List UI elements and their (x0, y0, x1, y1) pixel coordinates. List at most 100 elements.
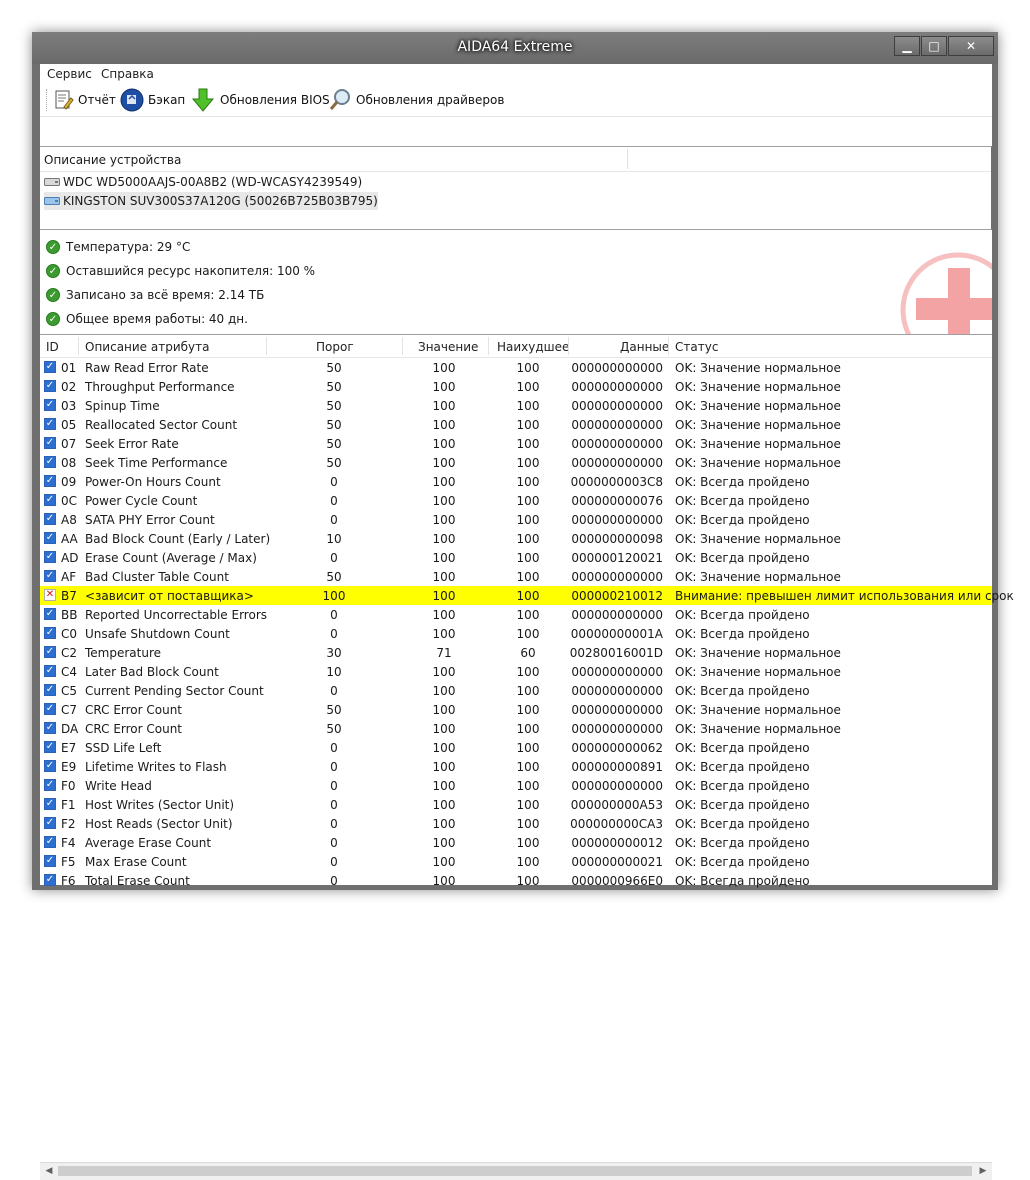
menu-help[interactable]: Справка (101, 67, 154, 81)
table-row[interactable]: ✓ AA Bad Block Count (Early / Later) 10 100 1… (40, 529, 992, 548)
attribute-value: 100 (432, 570, 456, 584)
table-row[interactable]: ✓ F1 Host Writes (Sector Unit) 0 100 100 00000… (40, 795, 992, 814)
toolbar-grip[interactable] (46, 89, 49, 111)
table-row[interactable]: ✓ 07 Seek Error Rate 50 100 100 000000000000 OK… (40, 434, 992, 453)
menu-service[interactable]: Сервис (47, 67, 92, 81)
ok-check-icon: ✓ (46, 240, 60, 254)
attribute-raw-data: 000000000000 (571, 608, 663, 622)
checkbox-checked-icon: ✓ (44, 551, 56, 563)
table-row[interactable]: ✓ 03 Spinup Time 50 100 100 000000000000 OK: Зн… (40, 396, 992, 415)
attribute-worst: 100 (516, 456, 540, 470)
table-row[interactable]: ✓ AF Bad Cluster Table Count 50 100 100 000000… (40, 567, 992, 586)
checkbox-checked-icon: ✓ (44, 494, 56, 506)
attribute-worst: 100 (516, 608, 540, 622)
attribute-id: F1 (61, 798, 76, 812)
device-list-header[interactable]: Описание устройства (40, 147, 991, 172)
table-row[interactable]: ✓ DA CRC Error Count 50 100 100 000000000000 OK… (40, 719, 992, 738)
column-divider[interactable] (488, 337, 489, 355)
attribute-worst: 60 (520, 646, 536, 660)
column-header-id[interactable]: ID (46, 340, 59, 354)
column-divider[interactable] (402, 337, 403, 355)
table-row[interactable]: ✓ E7 SSD Life Left 0 100 100 000000000062 OK: В… (40, 738, 992, 757)
attribute-name: Reported Uncorrectable Errors (85, 608, 268, 622)
report-button[interactable]: Отчёт (52, 88, 116, 112)
column-divider[interactable] (668, 337, 669, 355)
table-row[interactable]: ✓ C0 Unsafe Shutdown Count 0 100 100 000000000… (40, 624, 992, 643)
attribute-raw-data: 000000000891 (571, 760, 663, 774)
attribute-raw-data: 000000000098 (571, 532, 663, 546)
attribute-value: 100 (432, 779, 456, 793)
table-row[interactable]: ✓ 09 Power-On Hours Count 0 100 100 0000000003… (40, 472, 992, 491)
table-row[interactable]: ✓ C7 CRC Error Count 50 100 100 000000000000 OK… (40, 700, 992, 719)
driver-update-button[interactable]: Обновления драйверов (328, 88, 504, 112)
column-header-data[interactable]: Данные (620, 340, 669, 354)
attribute-raw-data: 0000000966E0 (571, 874, 663, 888)
table-row[interactable]: ✓ E9 Lifetime Writes to Flash 0 100 100 000000… (40, 757, 992, 776)
attribute-id: C2 (61, 646, 78, 660)
maximize-button[interactable]: □ (921, 36, 947, 56)
attribute-status: OK: Всегда пройдено (675, 684, 810, 698)
table-row[interactable]: ✓ 0C Power Cycle Count 0 100 100 000000000076 O… (40, 491, 992, 510)
column-header-name[interactable]: Описание атрибута (85, 340, 210, 354)
column-divider[interactable] (266, 337, 267, 355)
attribute-name: Current Pending Sector Count (85, 684, 264, 698)
info-text: Оставшийся ресурс накопителя: 100 % (66, 264, 316, 278)
table-row[interactable]: ✓ 05 Reallocated Sector Count 50 100 100 00000… (40, 415, 992, 434)
table-row[interactable]: ✓ A8 SATA PHY Error Count 0 100 100 0000000000… (40, 510, 992, 529)
table-row[interactable]: ✓ C4 Later Bad Block Count 10 100 100 00000000… (40, 662, 992, 681)
title-bar[interactable]: AIDA64 Extreme ▁ □ ✕ (32, 32, 998, 64)
attribute-status: OK: Значение нормальное (675, 646, 841, 660)
table-row[interactable]: ✓ BB Reported Uncorrectable Errors 0 100 100 0… (40, 605, 992, 624)
table-row[interactable]: ✓ 01 Raw Read Error Rate 50 100 100 0000000000… (40, 358, 992, 377)
table-row[interactable]: ✓ F5 Max Erase Count 0 100 100 000000000021 OK:… (40, 852, 992, 871)
table-row[interactable]: ✓ F6 Total Erase Count 0 100 100 0000000966E0 O… (40, 871, 992, 890)
attribute-raw-data: 000000000000 (571, 665, 663, 679)
table-row[interactable]: ✓ C2 Temperature 30 71 60 00280016001D OK: Знач… (40, 643, 992, 662)
scrollbar-thumb[interactable] (58, 1166, 972, 1176)
backup-button[interactable]: Бэкап (120, 88, 185, 112)
attribute-status: OK: Всегда пройдено (675, 760, 810, 774)
attribute-raw-data: 000000000000 (571, 570, 663, 584)
column-header-status[interactable]: Статус (675, 340, 718, 354)
attribute-name: Power-On Hours Count (85, 475, 221, 489)
table-row[interactable]: ✓ 02 Throughput Performance 50 100 100 0000000… (40, 377, 992, 396)
attribute-value: 100 (432, 475, 456, 489)
attribute-value: 100 (432, 380, 456, 394)
table-row[interactable]: ✓ AD Erase Count (Average / Max) 0 100 100 000… (40, 548, 992, 567)
device-panel: Описание устройства WDC WD5000AAJS-00A8B… (40, 146, 992, 230)
backup-label: Бэкап (148, 93, 186, 107)
checkbox-checked-icon: ✓ (44, 513, 56, 525)
column-header-threshold[interactable]: Порог (316, 340, 354, 354)
column-divider[interactable] (78, 337, 79, 355)
device-item-hdd[interactable]: WDC WD5000AAJS-00A8B2 (WD-WCASY4239549) (44, 173, 362, 191)
client-area: Сервис Справка Отчёт Бэкап Обновления BI… (40, 64, 1014, 1180)
attribute-worst: 100 (516, 399, 540, 413)
bios-update-label: Обновления BIOS (220, 93, 330, 107)
table-row[interactable]: ✓ F0 Write Head 0 100 100 000000000000 OK: Всег… (40, 776, 992, 795)
table-row[interactable]: ✓ C5 Current Pending Sector Count 0 100 100 00… (40, 681, 992, 700)
attribute-threshold: 50 (326, 703, 342, 717)
minimize-button[interactable]: ▁ (894, 36, 920, 56)
bios-update-button[interactable]: Обновления BIOS (190, 88, 330, 112)
column-divider[interactable] (627, 149, 628, 169)
device-item-ssd[interactable]: KINGSTON SUV300S37A120G (50026B725B03B79… (44, 192, 378, 210)
table-row[interactable]: ✓ F4 Average Erase Count 0 100 100 00000000001… (40, 833, 992, 852)
attribute-id: A8 (61, 513, 77, 527)
column-header-value[interactable]: Значение (418, 340, 478, 354)
horizontal-scrollbar[interactable]: ◀ ▶ (40, 1162, 992, 1180)
attribute-value: 100 (432, 741, 456, 755)
attribute-id: B7 (61, 589, 77, 603)
attribute-raw-data: 000000000021 (571, 855, 663, 869)
column-divider[interactable] (568, 337, 569, 355)
table-row[interactable]: ✓ 08 Seek Time Performance 50 100 100 00000000… (40, 453, 992, 472)
toolbar: Отчёт Бэкап Обновления BIOS Обновления д… (40, 84, 992, 117)
column-header-worst[interactable]: Наихудшее (497, 340, 569, 354)
table-row[interactable]: ✓ F2 Host Reads (Sector Unit) 0 100 100 000000… (40, 814, 992, 833)
checkbox-checked-icon: ✓ (44, 665, 56, 677)
table-row-warning[interactable]: ✕ B7 <зависит от поставщика> 100 100 100 00000… (40, 586, 1014, 605)
attribute-id: C5 (61, 684, 78, 698)
scroll-left-arrow-icon[interactable]: ◀ (42, 1165, 56, 1178)
device-label: KINGSTON SUV300S37A120G (50026B725B03B79… (63, 194, 378, 208)
scroll-right-arrow-icon[interactable]: ▶ (976, 1165, 990, 1178)
close-button[interactable]: ✕ (948, 36, 994, 56)
